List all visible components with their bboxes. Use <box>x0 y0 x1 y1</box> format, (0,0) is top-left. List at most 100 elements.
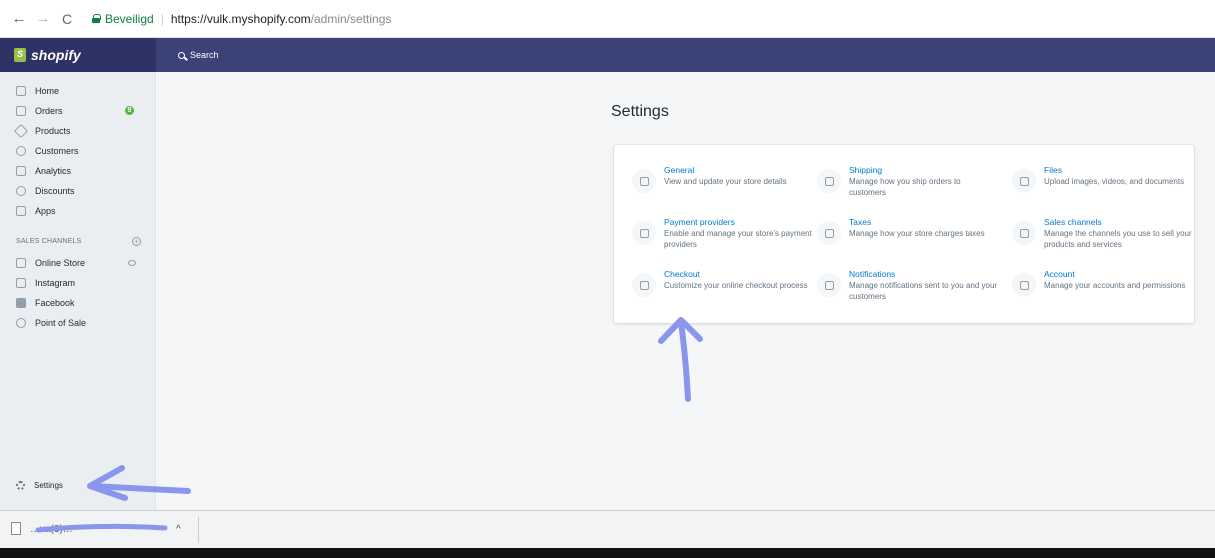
tile-title[interactable]: Payment providers <box>664 217 735 227</box>
settings-tile-payment-providers[interactable]: Payment providers Enable and manage your… <box>632 217 812 265</box>
sidebar-item-label: Products <box>35 126 71 136</box>
tile-title[interactable]: Notifications <box>849 269 895 279</box>
settings-tile-general[interactable]: General View and update your store detai… <box>632 165 812 213</box>
discount-icon <box>16 186 26 196</box>
tile-title[interactable]: Account <box>1044 269 1075 279</box>
secure-label: Beveiligd <box>105 11 154 26</box>
card-icon <box>632 221 656 245</box>
sidebar: Home Orders 9 Products Customers Analyti… <box>0 72 156 510</box>
sidebar-item-home[interactable]: Home <box>16 82 146 100</box>
section-title: SALES CHANNELS <box>16 238 82 245</box>
sidebar-item-apps[interactable]: Apps <box>16 202 146 220</box>
tile-title[interactable]: General <box>664 165 694 175</box>
gear-icon <box>632 169 656 193</box>
sidebar-item-instagram[interactable]: Instagram <box>16 274 146 292</box>
shopify-bag-icon <box>14 48 26 62</box>
admin-topbar: shopify Search <box>0 38 1215 72</box>
tile-title[interactable]: Taxes <box>849 217 871 227</box>
channels-icon <box>1012 221 1036 245</box>
chevron-up-icon[interactable]: ^ <box>176 524 181 535</box>
brand-name: shopify <box>31 47 81 63</box>
sidebar-item-label: Home <box>35 86 60 96</box>
settings-tile-sales-channels[interactable]: Sales channels Manage the channels you u… <box>1012 217 1192 265</box>
sidebar-item-discounts[interactable]: Discounts <box>16 182 146 200</box>
sidebar-item-label: Settings <box>34 481 63 490</box>
sidebar-item-label: Point of Sale <box>35 318 87 328</box>
sidebar-item-label: Discounts <box>35 186 75 196</box>
sidebar-item-label: Apps <box>35 206 56 216</box>
file-icon <box>11 522 21 535</box>
receipt-icon <box>817 221 841 245</box>
tile-title[interactable]: Sales channels <box>1044 217 1102 227</box>
tile-title[interactable]: Files <box>1044 165 1062 175</box>
sidebar-item-label: Facebook <box>35 298 75 308</box>
sidebar-item-settings[interactable]: Settings <box>16 481 63 490</box>
shopify-logo[interactable]: shopify <box>0 38 156 72</box>
search-input[interactable]: Search <box>178 38 219 72</box>
url-field[interactable]: https://vulk.myshopify.com/admin/setting… <box>171 12 392 26</box>
tile-title[interactable]: Checkout <box>664 269 700 279</box>
settings-tile-shipping[interactable]: Shipping Manage how you ship orders to c… <box>817 165 997 213</box>
tile-desc: Manage how you ship orders to customers <box>849 177 961 197</box>
lock-icon <box>92 14 101 23</box>
sidebar-item-products[interactable]: Products <box>13 122 146 140</box>
bar-chart-icon <box>16 166 26 176</box>
store-icon <box>16 258 26 268</box>
settings-tile-checkout[interactable]: Checkout Customize your online checkout … <box>632 269 812 317</box>
cart-icon <box>632 273 656 297</box>
add-channel-icon[interactable]: + <box>132 237 141 246</box>
tile-desc: Upload images, videos, and documents <box>1044 177 1185 186</box>
settings-tile-account[interactable]: Account Manage your accounts and permiss… <box>1012 269 1192 317</box>
tile-desc: Manage how your store charges taxes <box>849 229 985 238</box>
gear-icon <box>16 481 25 490</box>
sidebar-item-label: Instagram <box>35 278 76 288</box>
sidebar-item-label: Analytics <box>35 166 72 176</box>
home-icon <box>16 86 26 96</box>
search-icon <box>178 51 185 59</box>
tile-title[interactable]: Shipping <box>849 165 882 175</box>
tile-desc: View and update your store details <box>664 177 787 186</box>
tile-desc: Enable and manage your store's payment p… <box>664 229 812 249</box>
sidebar-item-label: Online Store <box>35 258 86 268</box>
orders-badge: 9 <box>125 106 134 115</box>
download-bar: …va(3)… ^ <box>0 510 1215 548</box>
back-arrow-icon[interactable]: ← <box>10 10 28 27</box>
url-path: /admin/settings <box>310 11 392 26</box>
settings-card: General View and update your store detai… <box>614 145 1194 323</box>
sidebar-item-point-of-sale[interactable]: Point of Sale <box>16 314 146 332</box>
orders-icon <box>16 106 26 116</box>
tag-icon <box>13 123 29 139</box>
arrow-to-settings-card <box>678 319 691 402</box>
reload-icon[interactable]: C <box>58 11 76 27</box>
arrow-to-settings-card-head <box>658 317 703 344</box>
sales-channels-heading: SALES CHANNELS + <box>16 237 146 246</box>
browser-address-bar: ← → C Beveiligd | https://vulk.myshopify… <box>0 0 1215 38</box>
sidebar-item-facebook[interactable]: Facebook <box>16 294 146 312</box>
url-divider: | <box>160 11 164 26</box>
settings-tile-taxes[interactable]: Taxes Manage how your store charges taxe… <box>817 217 997 265</box>
account-icon <box>1012 273 1036 297</box>
settings-tile-notifications[interactable]: Notifications Manage notifications sent … <box>817 269 997 317</box>
sidebar-item-online-store[interactable]: Online Store <box>16 254 146 272</box>
sidebar-item-customers[interactable]: Customers <box>16 142 146 160</box>
bell-icon <box>817 273 841 297</box>
apps-icon <box>16 206 26 216</box>
sidebar-item-label: Orders <box>35 106 63 116</box>
paperclip-icon <box>1012 169 1036 193</box>
taskbar-strip <box>0 548 1215 558</box>
page-title: Settings <box>611 103 669 120</box>
tile-desc: Manage the channels you use to sell your… <box>1044 229 1192 249</box>
tile-desc: Customize your online checkout process <box>664 281 808 290</box>
person-icon <box>16 146 26 156</box>
settings-tile-files[interactable]: Files Upload images, videos, and documen… <box>1012 165 1192 213</box>
forward-arrow-icon[interactable]: → <box>34 10 52 27</box>
facebook-icon <box>16 298 26 308</box>
location-icon <box>16 318 26 328</box>
eye-icon[interactable] <box>128 260 136 266</box>
truck-icon <box>817 169 841 193</box>
sidebar-item-analytics[interactable]: Analytics <box>16 162 146 180</box>
divider <box>198 517 199 543</box>
download-item[interactable]: …va(3)… <box>30 524 73 535</box>
sidebar-item-orders[interactable]: Orders 9 <box>16 102 146 120</box>
tile-desc: Manage your accounts and permissions <box>1044 281 1186 290</box>
